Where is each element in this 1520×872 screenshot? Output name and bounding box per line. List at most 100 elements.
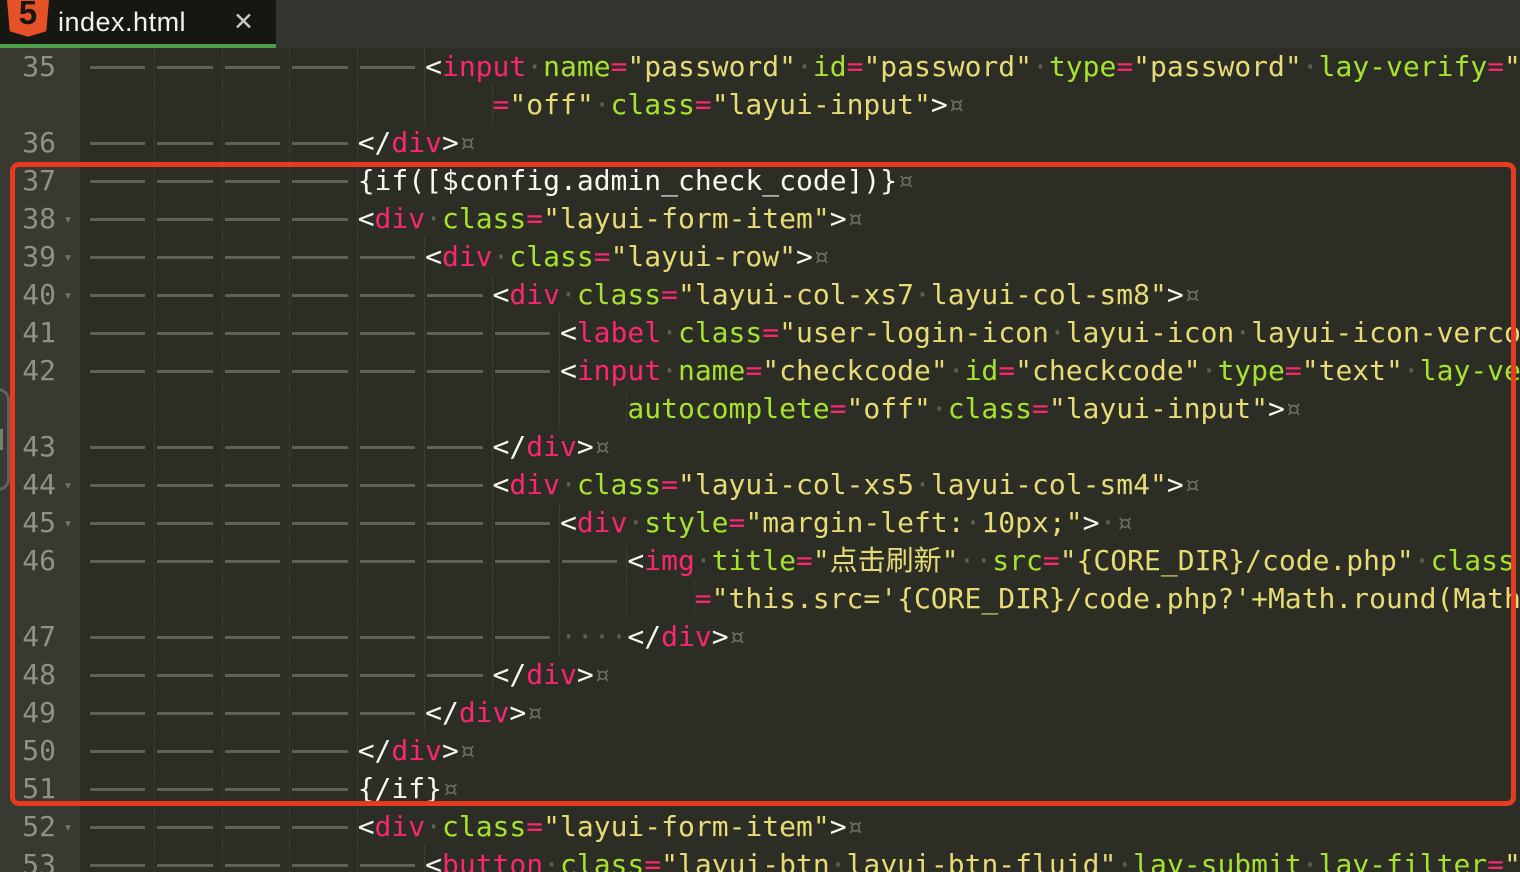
line-number[interactable]: 49 (0, 694, 56, 732)
code-line[interactable]: <input·name="password"·id="password"·typ… (80, 48, 1520, 86)
code-row[interactable]: 37 {if([$config.admin_check_code])}¤ (0, 162, 1520, 200)
line-number[interactable]: 47 (0, 618, 56, 656)
fold-arrow-icon[interactable]: ▾ (56, 466, 80, 504)
indent-tab (155, 808, 222, 846)
code-row[interactable]: 36 </div>¤ (0, 124, 1520, 162)
code-token: · (1049, 316, 1066, 349)
code-row[interactable]: 41 <label·class="user-login-icon·layui-ic… (0, 314, 1520, 352)
indent-tab (88, 314, 155, 352)
code-line[interactable]: autocomplete="off"·class="layui-input">¤ (80, 390, 1520, 428)
code-token: < (358, 810, 375, 843)
indent-tab (88, 48, 155, 86)
code-token: > (1167, 278, 1184, 311)
line-number[interactable]: 41 (0, 314, 56, 352)
gutter-cell: 40▾ (0, 276, 80, 314)
code-row[interactable]: ="this.src='{CORE_DIR}/code.php?'+Math.r… (0, 580, 1520, 618)
line-number[interactable]: 40 (0, 276, 56, 314)
code-row[interactable]: 35 <input·name="password"·id="password"·t… (0, 48, 1520, 86)
line-number[interactable]: 53 (0, 846, 56, 872)
indent-tab (88, 542, 155, 580)
fold-arrow-icon[interactable]: ▾ (56, 238, 80, 276)
line-number[interactable]: 36 (0, 124, 56, 162)
indent-tab (290, 428, 357, 466)
gutter-cell: 37 (0, 162, 80, 200)
code-row[interactable]: ="off"·class="layui-input">¤ (0, 86, 1520, 124)
code-row[interactable]: 47 ····</div>¤ (0, 618, 1520, 656)
indent-tab (155, 770, 222, 808)
code-line[interactable]: <label·class="user-login-icon·layui-icon… (80, 314, 1520, 352)
line-number[interactable]: 48 (0, 656, 56, 694)
indent-tab (88, 428, 155, 466)
code-token: div (661, 620, 712, 653)
code-row[interactable]: 53<button·class="layui-btn·layui-btn-flu… (0, 846, 1520, 872)
line-number[interactable]: 39 (0, 238, 56, 276)
code-line[interactable]: </div>¤ (80, 732, 1520, 770)
fold-arrow-icon[interactable]: ▾ (56, 808, 80, 846)
code-line[interactable]: </div>¤ (80, 428, 1520, 466)
code-line[interactable]: ="off"·class="layui-input">¤ (80, 86, 1520, 124)
code-line[interactable]: {if([$config.admin_check_code])}¤ (80, 162, 1520, 200)
line-number[interactable]: 35 (0, 48, 56, 86)
tab-bar: 5 index.html ✕ (0, 0, 1520, 48)
line-number[interactable] (0, 86, 56, 124)
code-line[interactable]: <div·class="layui-col-xs7·layui-col-sm8"… (80, 276, 1520, 314)
code-row[interactable]: 43</div>¤ (0, 428, 1520, 466)
code-row[interactable]: 42 <input·name="checkcode"·id="checkcode"… (0, 352, 1520, 390)
code-line[interactable]: <div·class="layui-row">¤ (80, 238, 1520, 276)
code-line[interactable]: <div·class="layui-form-item">¤ (80, 200, 1520, 238)
indent-tab (155, 48, 222, 86)
code-line[interactable]: {/if}¤ (80, 770, 1520, 808)
code-line[interactable]: </div>¤ (80, 656, 1520, 694)
line-number[interactable]: 42 (0, 352, 56, 390)
code-line[interactable]: ····</div>¤ (80, 618, 1520, 656)
close-icon[interactable]: ✕ (233, 10, 254, 35)
line-number[interactable]: 52 (0, 808, 56, 846)
code-row[interactable]: 48 </div>¤ (0, 656, 1520, 694)
fold-arrow-icon[interactable]: ▾ (56, 504, 80, 542)
code-line[interactable]: <input·name="checkcode"·id="checkcode"·t… (80, 352, 1520, 390)
code-row[interactable]: 44▾<div·class="layui-col-xs5·layui-col-s… (0, 466, 1520, 504)
code-token: · (425, 202, 442, 235)
code-line[interactable]: </div>¤ (80, 124, 1520, 162)
indent-tab (493, 504, 560, 542)
gutter-cell: 52▾ (0, 808, 80, 846)
line-number[interactable] (0, 580, 56, 618)
gutter-cell (0, 390, 80, 428)
line-number[interactable]: 37 (0, 162, 56, 200)
line-number[interactable]: 45 (0, 504, 56, 542)
editor-window: 5 index.html ✕ 35 <input·name="password"·… (0, 0, 1520, 872)
code-row[interactable]: 52▾<div·class="layui-form-item">¤ (0, 808, 1520, 846)
indent-tab (88, 618, 155, 656)
line-number[interactable]: 38 (0, 200, 56, 238)
code-line[interactable]: <div·class="layui-form-item">¤ (80, 808, 1520, 846)
code-row[interactable]: 46 <img·title="点击刷新"··src="{CORE_DIR}/cod… (0, 542, 1520, 580)
code-line[interactable]: ="this.src='{CORE_DIR}/code.php?'+Math.r… (80, 580, 1520, 618)
code-row[interactable]: 38▾<div·class="layui-form-item">¤ (0, 200, 1520, 238)
code-token: name (543, 50, 610, 83)
code-token: class (560, 848, 644, 872)
tab-index-html[interactable]: 5 index.html ✕ (0, 0, 276, 48)
indent-tab (493, 580, 560, 618)
line-number[interactable]: 51 (0, 770, 56, 808)
code-row[interactable]: 40▾<div·class="layui-col-xs7·layui-col-s… (0, 276, 1520, 314)
line-number[interactable]: 46 (0, 542, 56, 580)
code-line[interactable]: </div>¤ (80, 694, 1520, 732)
line-number[interactable]: 50 (0, 732, 56, 770)
code-row[interactable]: 45▾<div·style="margin-left:·10px;">·¤ (0, 504, 1520, 542)
code-row[interactable]: 49 </div>¤ (0, 694, 1520, 732)
code-row[interactable]: 51 {/if}¤ (0, 770, 1520, 808)
fold-arrow-icon[interactable]: ▾ (56, 276, 80, 314)
code-row[interactable]: 39▾<div·class="layui-row">¤ (0, 238, 1520, 276)
code-row[interactable]: 50 </div>¤ (0, 732, 1520, 770)
code-line[interactable]: <div·class="layui-col-xs5·layui-col-sm4"… (80, 466, 1520, 504)
code-row[interactable]: autocomplete="off"·class="layui-input">¤ (0, 390, 1520, 428)
code-token: · (1234, 316, 1251, 349)
code-line[interactable]: <div·style="margin-left:·10px;">·¤ (80, 504, 1520, 542)
code-line[interactable]: <button·class="layui-btn·layui-btn-fluid… (80, 846, 1520, 872)
code-line[interactable]: <img·title="点击刷新"··src="{CORE_DIR}/code.… (80, 542, 1520, 580)
code-token: · (830, 848, 847, 872)
fold-arrow-icon[interactable]: ▾ (56, 200, 80, 238)
indent-tab (290, 466, 357, 504)
code-area[interactable]: 35 <input·name="password"·id="password"·t… (0, 48, 1520, 872)
gutter-cell: 44▾ (0, 466, 80, 504)
